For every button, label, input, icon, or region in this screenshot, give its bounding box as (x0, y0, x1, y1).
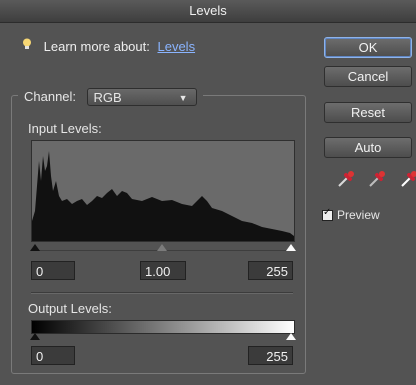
output-white-slider[interactable] (286, 333, 296, 340)
input-black-point-slider[interactable] (30, 244, 40, 251)
help-text: Learn more about: (43, 39, 150, 54)
channel-label: Channel: (24, 89, 77, 104)
histogram (31, 140, 295, 242)
help-row: Learn more about: Levels (22, 38, 195, 54)
black-eyedropper-icon[interactable] (337, 170, 355, 193)
input-levels-title: Input Levels: (28, 121, 102, 136)
eyedropper-group (337, 170, 416, 193)
levels-help-link[interactable]: Levels (157, 39, 195, 54)
output-black-slider[interactable] (30, 333, 40, 340)
checkmark-icon[interactable] (322, 207, 333, 222)
window-title: Levels (0, 0, 416, 23)
input-white-field[interactable]: 255 (248, 261, 293, 280)
histogram-chart (32, 151, 294, 241)
section-divider (31, 292, 293, 294)
levels-dialog: Levels Learn more about: Levels OK Cance… (0, 0, 416, 385)
white-eyedropper-icon[interactable] (400, 170, 416, 193)
gray-eyedropper-icon[interactable] (368, 170, 386, 193)
input-white-point-slider[interactable] (286, 244, 296, 251)
output-gradient-bar (31, 320, 295, 334)
preview-label: Preview (337, 208, 380, 222)
auto-button[interactable]: Auto (324, 137, 412, 158)
dropdown-arrow-icon: ▼ (178, 93, 188, 103)
cancel-button[interactable]: Cancel (324, 66, 412, 87)
input-gamma-field[interactable]: 1.00 (140, 261, 186, 280)
reset-button[interactable]: Reset (324, 102, 412, 123)
preview-checkbox[interactable]: Preview (322, 207, 380, 222)
channel-row: Channel: RGB ▼ (18, 86, 203, 108)
output-levels-title: Output Levels: (28, 301, 112, 316)
input-black-field[interactable]: 0 (31, 261, 75, 280)
input-gamma-slider[interactable] (157, 244, 167, 251)
output-black-field[interactable]: 0 (31, 346, 75, 365)
channel-value: RGB (93, 90, 122, 105)
ok-button[interactable]: OK (324, 37, 412, 58)
lightbulb-icon (22, 38, 34, 54)
output-white-field[interactable]: 255 (248, 346, 293, 365)
channel-select[interactable]: RGB ▼ (86, 88, 197, 106)
